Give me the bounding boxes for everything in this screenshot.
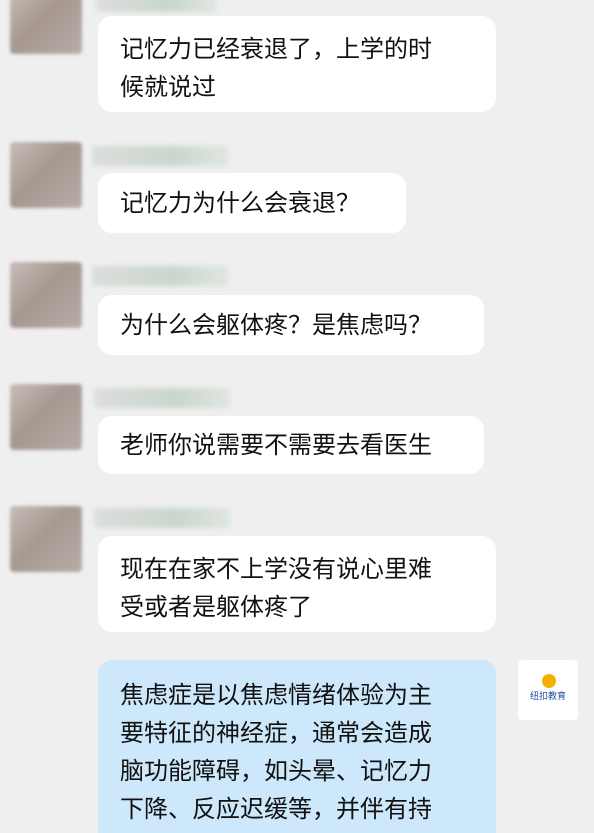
- message-line: 老师你说需要不需要去看医生: [120, 431, 432, 459]
- sender-name: [94, 508, 230, 528]
- reply-line: 焦虑症是以焦虑情绪体验为主: [120, 681, 432, 709]
- sender-name: [96, 0, 216, 12]
- message-bubble[interactable]: 老师你说需要不需要去看医生: [98, 416, 484, 474]
- reply-bubble[interactable]: 焦虑症是以焦虑情绪体验为主 要特征的神经症，通常会造成 脑功能障碍，如头晕、记忆…: [98, 660, 496, 833]
- avatar[interactable]: [10, 506, 82, 572]
- sender-name: [92, 266, 228, 286]
- message-line: 现在在家不上学没有说心里难: [120, 555, 432, 583]
- avatar[interactable]: [10, 142, 82, 208]
- self-avatar[interactable]: 纽扣教育: [518, 660, 578, 720]
- message-line: 记忆力为什么会衰退？: [120, 189, 360, 217]
- message-bubble[interactable]: 现在在家不上学没有说心里难 受或者是躯体疼了: [98, 536, 496, 632]
- avatar[interactable]: [10, 262, 82, 328]
- reply-line: 脑功能障碍，如头晕、记忆力: [120, 757, 432, 785]
- message-line: 记忆力已经衰退了，上学的时: [120, 35, 432, 63]
- reply-line: 下降、反应迟缓等，并伴有持: [120, 795, 432, 823]
- avatar[interactable]: [10, 384, 82, 450]
- message-bubble[interactable]: 为什么会躯体疼？是焦虑吗？: [98, 295, 484, 355]
- sender-name: [94, 388, 230, 408]
- message-bubble[interactable]: 记忆力已经衰退了，上学的时 候就说过: [98, 16, 496, 112]
- sun-logo-icon: [542, 674, 556, 688]
- message-bubble[interactable]: 记忆力为什么会衰退？: [98, 173, 406, 233]
- avatar[interactable]: [10, 0, 82, 54]
- chat-area: 记忆力已经衰退了，上学的时 候就说过 记忆力为什么会衰退？ 为什么会躯体疼？是焦…: [0, 0, 594, 833]
- message-line: 受或者是躯体疼了: [120, 593, 312, 621]
- reply-line: 要特征的神经症，通常会造成: [120, 719, 432, 747]
- sender-name: [92, 146, 228, 166]
- message-line: 候就说过: [120, 73, 216, 101]
- logo-text: 纽扣教育: [529, 692, 566, 702]
- message-line: 为什么会躯体疼？是焦虑吗？: [120, 311, 432, 339]
